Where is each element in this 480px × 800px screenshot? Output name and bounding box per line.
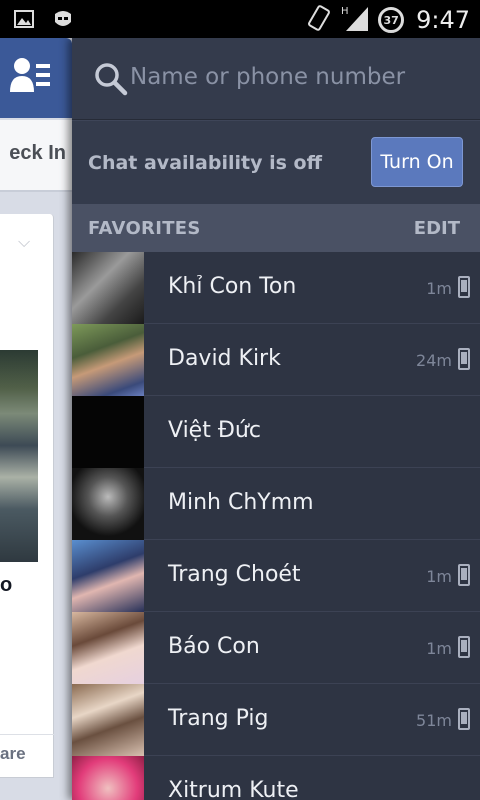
battery-icon: 37 (378, 7, 405, 33)
checkin-label: eck In (9, 142, 66, 164)
last-active-time: 1m (426, 639, 452, 658)
favorites-list: Khỉ Con Ton 1m David Kirk 24m Việt Đức Minh C… (72, 252, 480, 800)
last-active-time: 1m (426, 279, 452, 298)
story-photo[interactable] (0, 350, 38, 562)
news-feed-card: ⌵ o are (0, 214, 54, 778)
avatar (72, 396, 144, 468)
search-bar[interactable]: Name or phone number (72, 38, 480, 120)
contact-name: Trang Choét (168, 562, 301, 587)
avatar (72, 684, 144, 756)
chat-availability-bar: Chat availability is off Turn On (72, 120, 480, 204)
search-input[interactable]: Name or phone number (130, 64, 405, 90)
battery-level: 37 (383, 13, 399, 27)
contact-name: Báo Con (168, 634, 260, 659)
mobile-phone-icon (458, 708, 470, 730)
contact-row[interactable]: Trang Pig 51m (72, 684, 480, 756)
contact-name: Trang Pig (168, 706, 269, 731)
chat-availability-text: Chat availability is off (88, 152, 322, 174)
svg-text:H: H (341, 6, 349, 17)
clock: 9:47 (416, 6, 470, 34)
last-active-time: 1m (426, 567, 452, 586)
favorites-title: FAVORITES (88, 218, 201, 239)
turn-on-button[interactable]: Turn On (371, 137, 463, 187)
contact-name: Xitrum Kute (168, 778, 299, 800)
mobile-phone-icon (458, 564, 470, 586)
contact-name: David Kirk (168, 346, 281, 371)
contact-row[interactable]: Báo Con 1m (72, 612, 480, 684)
fb-header (0, 38, 72, 118)
avatar (72, 756, 144, 800)
avatar (72, 324, 144, 396)
friends-icon[interactable] (8, 56, 54, 100)
contact-name: Việt Đức (168, 418, 261, 443)
avatar (72, 468, 144, 540)
divider (0, 734, 54, 735)
contact-name: Khỉ Con Ton (168, 274, 297, 299)
favorites-header: FAVORITES EDIT (72, 204, 480, 252)
contact-row[interactable]: Xitrum Kute (72, 756, 480, 800)
search-icon (94, 62, 128, 100)
avatar (72, 252, 144, 324)
contact-name: Minh ChYmm (168, 490, 314, 515)
rotation-icon (306, 4, 332, 36)
last-active-time: 51m (416, 711, 452, 730)
contact-row[interactable]: Minh ChYmm (72, 468, 480, 540)
share-button[interactable]: are (0, 744, 26, 764)
contact-row[interactable]: Trang Choét 1m (72, 540, 480, 612)
image-notification-icon (14, 9, 34, 33)
signal-icon: H (340, 4, 370, 36)
background-app: eck In ⌵ o are (0, 38, 80, 800)
chat-sidebar: Name or phone number Chat availability i… (72, 38, 480, 800)
mobile-phone-icon (458, 276, 470, 298)
contact-row[interactable]: Việt Đức (72, 396, 480, 468)
avatar (72, 540, 144, 612)
status-bar: H 37 9:47 (0, 0, 480, 38)
story-text: o (0, 574, 13, 596)
mobile-phone-icon (458, 348, 470, 370)
contact-row[interactable]: David Kirk 24m (72, 324, 480, 396)
avatar (72, 612, 144, 684)
mobile-phone-icon (458, 636, 470, 658)
app-notification-icon (52, 8, 74, 34)
contact-row[interactable]: Khỉ Con Ton 1m (72, 252, 480, 324)
checkin-button[interactable]: eck In (0, 120, 72, 192)
edit-favorites-button[interactable]: EDIT (414, 218, 460, 239)
last-active-time: 24m (416, 351, 452, 370)
chevron-down-icon[interactable]: ⌵ (18, 232, 30, 252)
